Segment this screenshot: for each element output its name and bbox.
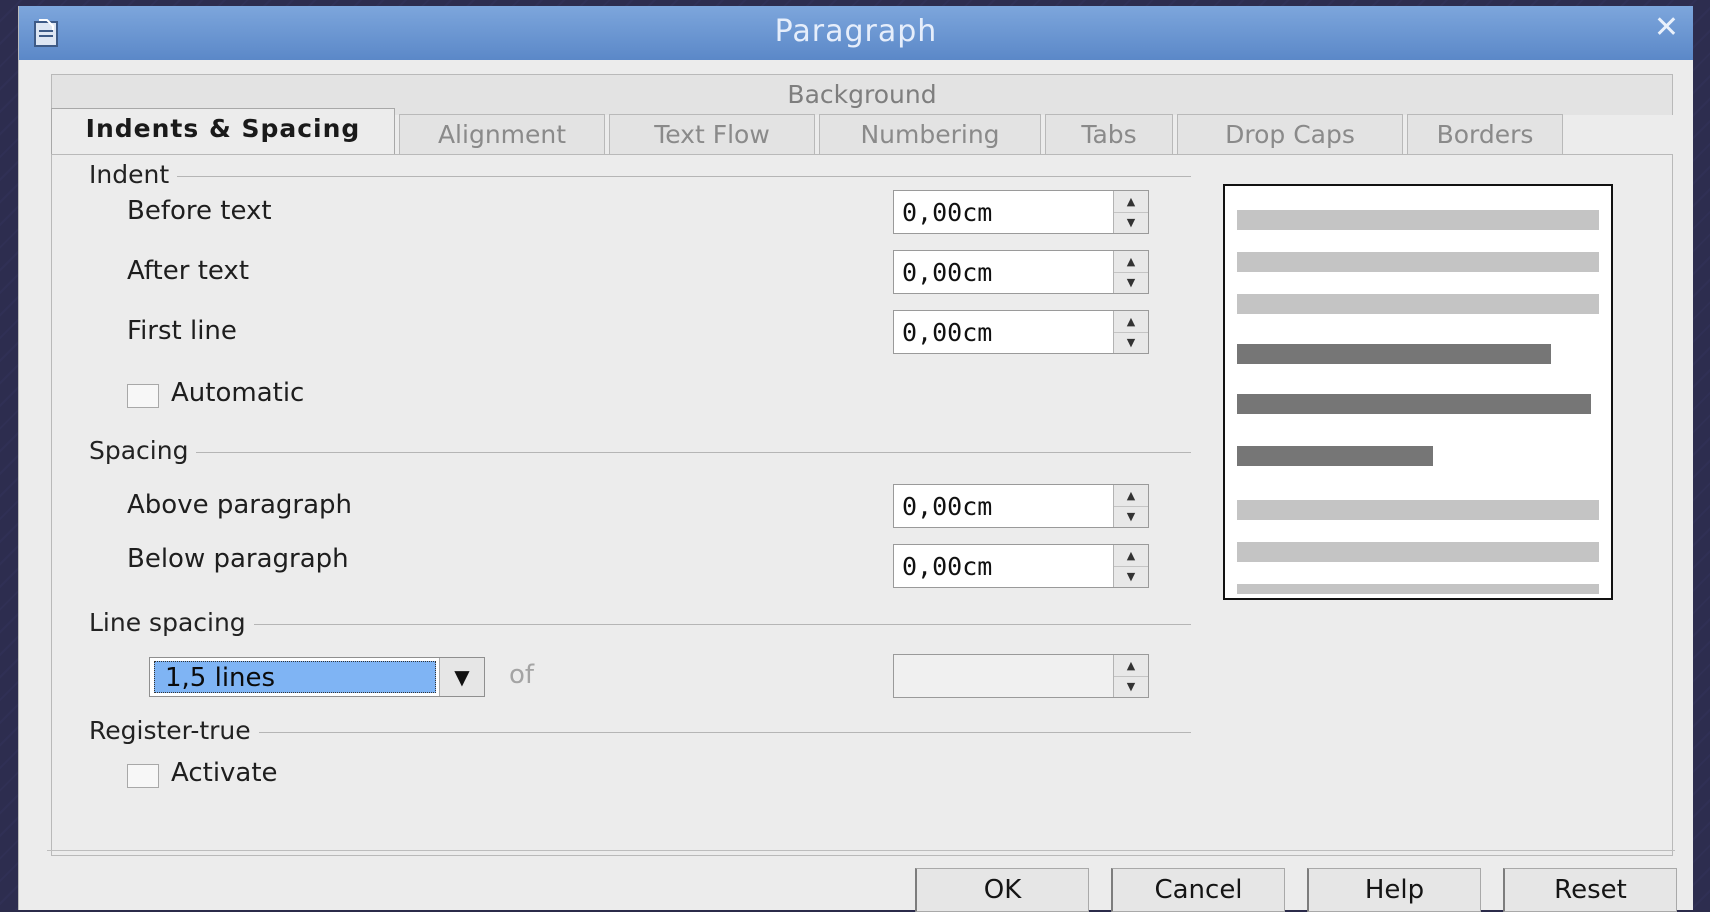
line-spacing-value-input[interactable]: [894, 655, 1104, 697]
activate-label[interactable]: Activate: [171, 758, 278, 788]
before-text-label: Before text: [127, 196, 272, 226]
spin-up-icon[interactable]: ▲: [1114, 485, 1148, 507]
spin-up-icon[interactable]: ▲: [1114, 191, 1148, 213]
below-paragraph-spinner[interactable]: ▲ ▼: [893, 544, 1149, 588]
first-line-spinner[interactable]: ▲ ▼: [893, 310, 1149, 354]
tab-numbering[interactable]: Numbering: [819, 114, 1041, 154]
spin-down-icon[interactable]: ▼: [1114, 506, 1148, 527]
spacing-section-label: Spacing: [89, 436, 197, 465]
cancel-button[interactable]: Cancel: [1111, 868, 1285, 912]
tab-borders[interactable]: Borders: [1407, 114, 1563, 154]
paragraph-dialog: Paragraph ✕ Background Indents & Spacing…: [18, 6, 1693, 912]
after-text-label: After text: [127, 256, 250, 286]
line-spacing-separator: [89, 624, 1191, 625]
before-text-spin-buttons[interactable]: ▲ ▼: [1113, 191, 1148, 233]
spin-down-icon[interactable]: ▼: [1114, 332, 1148, 353]
spin-up-icon[interactable]: ▲: [1114, 545, 1148, 567]
spin-down-icon[interactable]: ▼: [1114, 212, 1148, 233]
first-line-input[interactable]: [894, 311, 1104, 353]
after-text-spinner[interactable]: ▲ ▼: [893, 250, 1149, 294]
tab-tabs[interactable]: Tabs: [1045, 114, 1173, 154]
button-separator: [47, 850, 1675, 851]
below-paragraph-input[interactable]: [894, 545, 1104, 587]
below-paragraph-label: Below paragraph: [127, 544, 349, 574]
dialog-title: Paragraph: [774, 14, 938, 49]
automatic-checkbox[interactable]: [127, 384, 159, 408]
tab-text-flow[interactable]: Text Flow: [609, 114, 815, 154]
chevron-down-icon[interactable]: ▼: [439, 658, 484, 696]
preview-line: [1237, 542, 1599, 562]
above-paragraph-label: Above paragraph: [127, 490, 353, 520]
below-paragraph-spin-buttons[interactable]: ▲ ▼: [1113, 545, 1148, 587]
activate-checkbox[interactable]: [127, 764, 159, 788]
help-button[interactable]: Help: [1307, 868, 1481, 912]
register-true-section-label: Register-true: [89, 716, 259, 745]
paragraph-preview: [1223, 184, 1613, 600]
preview-line: [1237, 294, 1599, 314]
spin-up-icon[interactable]: ▲: [1114, 311, 1148, 333]
preview-line-current: [1237, 446, 1433, 466]
preview-line-current: [1237, 344, 1551, 364]
first-line-label: First line: [127, 316, 237, 346]
title-bar[interactable]: Paragraph ✕: [19, 6, 1693, 60]
line-spacing-spin-buttons[interactable]: ▲ ▼: [1113, 655, 1148, 697]
line-spacing-dropdown[interactable]: 1,5 lines ▼: [149, 657, 485, 697]
before-text-spinner[interactable]: ▲ ▼: [893, 190, 1149, 234]
line-spacing-value-spinner[interactable]: ▲ ▼: [893, 654, 1149, 698]
reset-button[interactable]: Reset: [1503, 868, 1677, 912]
automatic-label[interactable]: Automatic: [171, 378, 304, 408]
before-text-input[interactable]: [894, 191, 1104, 233]
preview-line: [1237, 210, 1599, 230]
close-icon[interactable]: ✕: [1654, 10, 1679, 45]
above-paragraph-spinner[interactable]: ▲ ▼: [893, 484, 1149, 528]
tab-strip: Indents & Spacing Alignment Text Flow Nu…: [51, 108, 1567, 156]
ok-button[interactable]: OK: [915, 868, 1089, 912]
of-label: of: [509, 660, 535, 690]
preview-line-current: [1237, 394, 1591, 414]
tab-alignment[interactable]: Alignment: [399, 114, 605, 154]
tab-drop-caps[interactable]: Drop Caps: [1177, 114, 1403, 154]
spin-up-icon[interactable]: ▲: [1114, 655, 1148, 677]
preview-line: [1237, 252, 1599, 272]
above-paragraph-spin-buttons[interactable]: ▲ ▼: [1113, 485, 1148, 527]
first-line-spin-buttons[interactable]: ▲ ▼: [1113, 311, 1148, 353]
preview-line: [1237, 500, 1599, 520]
indent-section-label: Indent: [89, 160, 178, 189]
line-spacing-section-label: Line spacing: [89, 608, 254, 637]
spin-up-icon[interactable]: ▲: [1114, 251, 1148, 273]
after-text-input[interactable]: [894, 251, 1104, 293]
indent-separator: [89, 176, 1191, 177]
spacing-separator: [89, 452, 1191, 453]
above-paragraph-input[interactable]: [894, 485, 1104, 527]
tab-indents-spacing[interactable]: Indents & Spacing: [51, 108, 395, 154]
spin-down-icon[interactable]: ▼: [1114, 676, 1148, 697]
preview-line: [1237, 584, 1599, 594]
spin-down-icon[interactable]: ▼: [1114, 272, 1148, 293]
after-text-spin-buttons[interactable]: ▲ ▼: [1113, 251, 1148, 293]
line-spacing-selected[interactable]: 1,5 lines: [154, 661, 436, 693]
spin-down-icon[interactable]: ▼: [1114, 566, 1148, 587]
